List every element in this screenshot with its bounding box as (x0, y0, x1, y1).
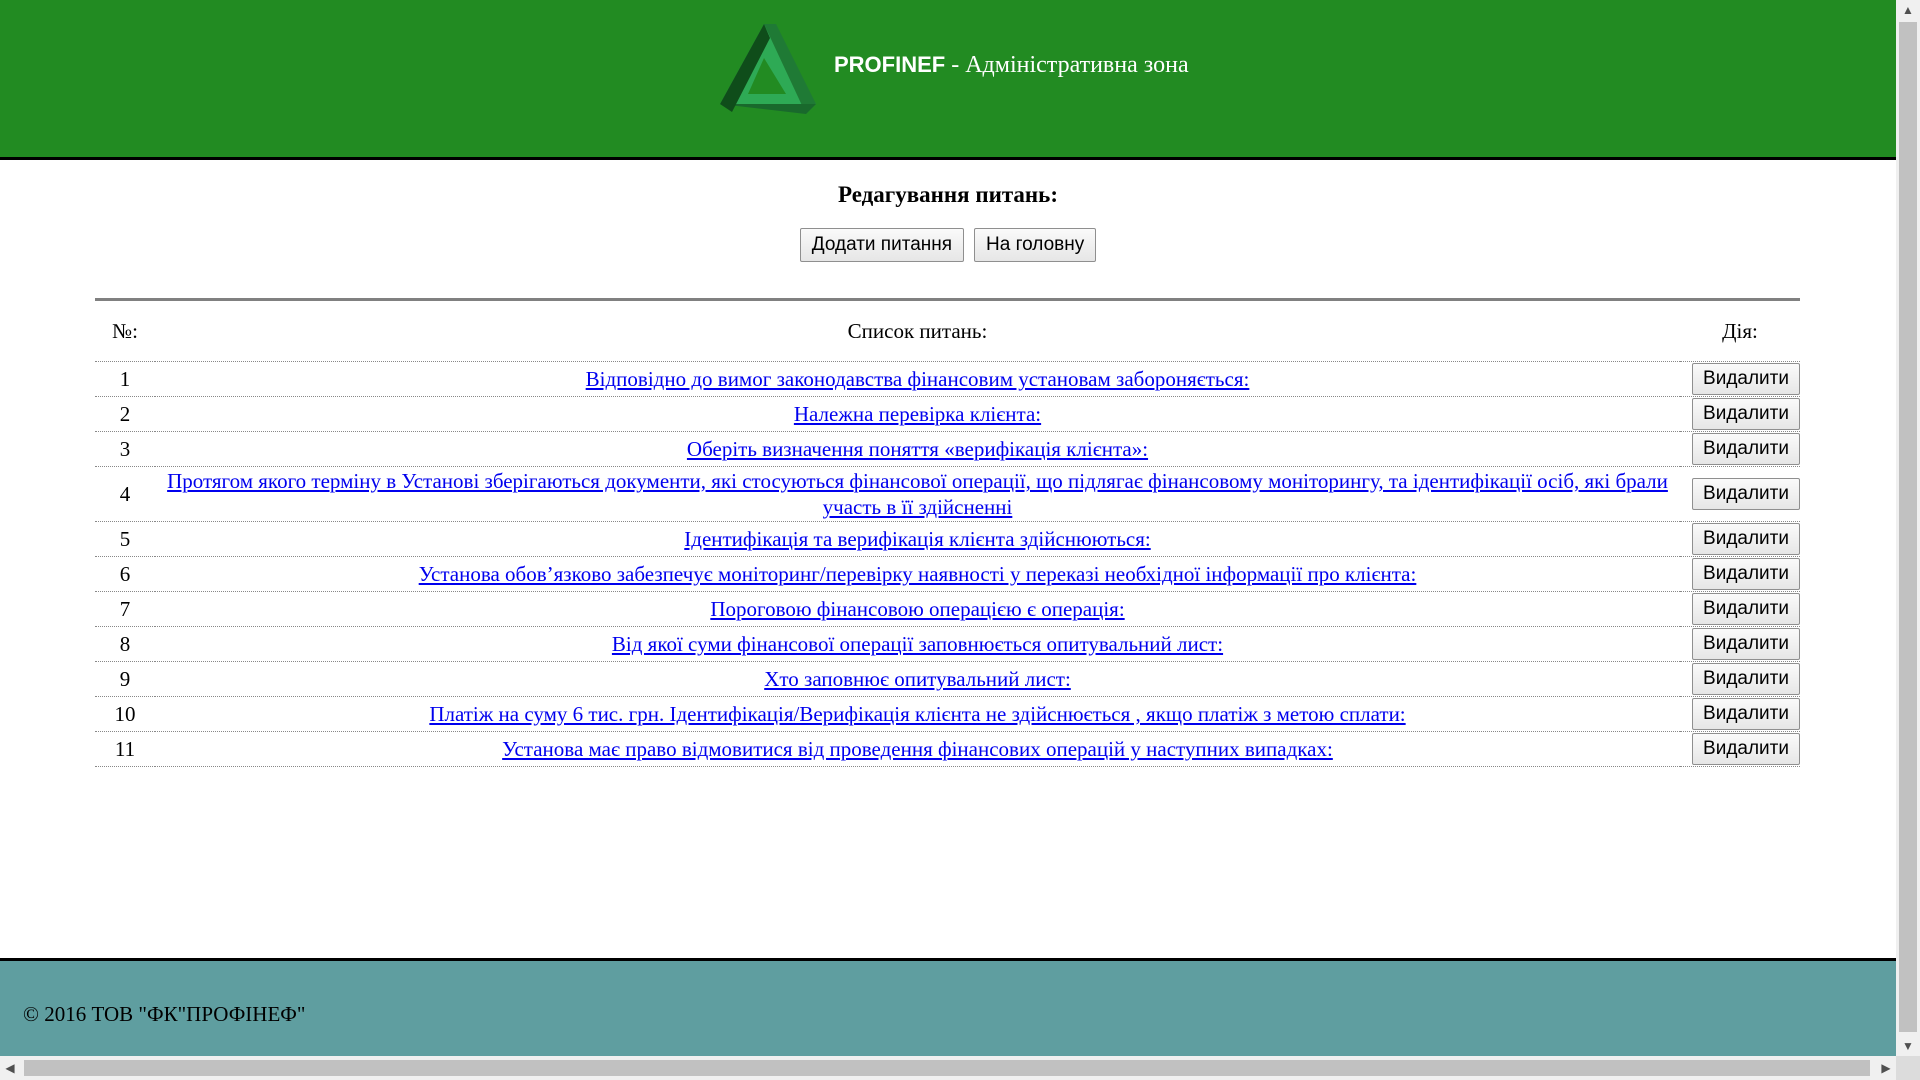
question-link[interactable]: Платіж на суму 6 тис. грн. Ідентифікація… (429, 702, 1405, 726)
main-content: Редагування питань: Додати питання На го… (0, 160, 1896, 958)
questions-table: №: Список питань: Дія: 1 Відповідно до ви… (95, 298, 1800, 767)
delete-button[interactable]: Видалити (1692, 478, 1800, 510)
copyright-text: © 2016 ТОВ "ФК"ПРОФІНЕФ" (23, 1002, 306, 1026)
table-row: 7 Пороговою фінансовою операцією є операц… (95, 591, 1800, 627)
scroll-right-icon[interactable]: ▶ (1876, 1056, 1896, 1080)
question-link[interactable]: Пороговою фінансовою операцією є операці… (710, 597, 1124, 621)
scroll-up-icon[interactable]: ▲ (1896, 0, 1920, 20)
header-number: №: (112, 318, 138, 343)
table-row: 9 Хто заповнює опитувальний лист: Видалити (95, 661, 1800, 697)
row-number: 2 (95, 396, 155, 432)
table-row: 1 Відповідно до вимог законодавства фінан… (95, 361, 1800, 397)
row-number: 9 (95, 661, 155, 697)
delete-button[interactable]: Видалити (1692, 433, 1800, 465)
question-cell: Протягом якого терміну в Установі зберіг… (155, 466, 1680, 522)
add-question-button[interactable]: Додати питання (799, 228, 965, 262)
scrollbar-corner (1896, 1056, 1920, 1080)
row-number: 8 (95, 626, 155, 662)
action-cell: Видалити (1680, 626, 1800, 662)
row-number: 5 (95, 521, 155, 557)
table-row: 8 Від якої суми фінансової операції запов… (95, 626, 1800, 662)
delete-button[interactable]: Видалити (1692, 523, 1800, 555)
question-link[interactable]: Належна перевірка клієнта: (794, 402, 1041, 426)
delete-button[interactable]: Видалити (1692, 698, 1800, 730)
home-button[interactable]: На головну (974, 228, 1097, 262)
delete-button[interactable]: Видалити (1692, 663, 1800, 695)
row-number: 3 (95, 431, 155, 467)
question-cell: Оберіть визначення поняття «верифікація … (155, 431, 1680, 467)
brand-suffix: - Адміністративна зона (945, 52, 1189, 78)
question-cell: Платіж на суму 6 тис. грн. Ідентифікація… (155, 696, 1680, 732)
action-cell: Видалити (1680, 361, 1800, 397)
row-number: 7 (95, 591, 155, 627)
question-link[interactable]: Хто заповнює опитувальний лист: (764, 667, 1071, 691)
header-list: Список питань: (847, 318, 988, 343)
question-cell: Установа має право відмовитися від прове… (155, 731, 1680, 767)
question-cell: Ідентифікація та верифікація клієнта зді… (155, 521, 1680, 557)
profinef-logo (720, 24, 816, 114)
question-cell: Пороговою фінансовою операцією є операці… (155, 591, 1680, 627)
table-row: 5 Ідентифікація та верифікація клієнта зд… (95, 521, 1800, 557)
table-row: 2 Належна перевірка клієнта: Видалити (95, 396, 1800, 432)
action-cell: Видалити (1680, 661, 1800, 697)
scroll-down-icon[interactable]: ▼ (1896, 1036, 1920, 1056)
table-row: 11 Установа має право відмовитися від про… (95, 731, 1800, 767)
row-number: 1 (95, 361, 155, 397)
question-link[interactable]: Від якої суми фінансової операції заповн… (612, 632, 1223, 656)
delete-button[interactable]: Видалити (1692, 363, 1800, 395)
action-cell: Видалити (1680, 466, 1800, 522)
question-link[interactable]: Ідентифікація та верифікація клієнта зді… (684, 527, 1150, 551)
action-cell: Видалити (1680, 731, 1800, 767)
question-cell: Від якої суми фінансової операції заповн… (155, 626, 1680, 662)
row-number: 10 (95, 696, 155, 732)
horizontal-scroll-thumb[interactable] (24, 1060, 1870, 1076)
header-action: Дія: (1722, 318, 1758, 343)
row-number: 6 (95, 556, 155, 592)
action-cell: Видалити (1680, 396, 1800, 432)
horizontal-scrollbar[interactable]: ◀ ▶ (0, 1056, 1896, 1080)
page-title: Редагування питань: (837, 182, 1058, 207)
questions-table-wrap: №: Список питань: Дія: 1 Відповідно до ви… (95, 298, 1800, 767)
question-link[interactable]: Протягом якого терміну в Установі зберіг… (167, 469, 1668, 519)
action-cell: Видалити (1680, 521, 1800, 557)
vertical-scrollbar[interactable]: ▲ ▼ (1896, 0, 1920, 1056)
delete-button[interactable]: Видалити (1692, 628, 1800, 660)
questions-table-body: 1 Відповідно до вимог законодавства фінан… (95, 361, 1800, 767)
table-row: 4 Протягом якого терміну в Установі збері… (95, 466, 1800, 522)
action-cell: Видалити (1680, 591, 1800, 627)
row-number: 4 (95, 466, 155, 522)
delete-button[interactable]: Видалити (1692, 558, 1800, 590)
question-link[interactable]: Установа обов’язково забезпечує монітори… (419, 562, 1417, 586)
row-number: 11 (95, 731, 155, 767)
brand-name: PROFINEF (834, 52, 946, 77)
header-banner: PROFINEF - Адміністративна зона (0, 0, 1896, 160)
question-link[interactable]: Установа має право відмовитися від прове… (502, 737, 1333, 761)
site-title: PROFINEF - Адміністративна зона (834, 52, 1189, 79)
question-link[interactable]: Відповідно до вимог законодавства фінанс… (586, 367, 1250, 391)
delete-button[interactable]: Видалити (1692, 593, 1800, 625)
scroll-left-icon[interactable]: ◀ (0, 1056, 20, 1080)
footer: © 2016 ТОВ "ФК"ПРОФІНЕФ" (0, 958, 1896, 1056)
action-cell: Видалити (1680, 696, 1800, 732)
table-row: 6 Установа обов’язково забезпечує монітор… (95, 556, 1800, 592)
vertical-scroll-thumb[interactable] (1899, 22, 1917, 1032)
action-bar: Додати питання На головну (0, 228, 1896, 262)
table-row: 10 Платіж на суму 6 тис. грн. Ідентифікац… (95, 696, 1800, 732)
delete-button[interactable]: Видалити (1692, 733, 1800, 765)
table-header-row: №: Список питань: Дія: (95, 300, 1800, 362)
question-cell: Відповідно до вимог законодавства фінанс… (155, 361, 1680, 397)
question-cell: Хто заповнює опитувальний лист: (155, 661, 1680, 697)
question-link[interactable]: Оберіть визначення поняття «верифікація … (687, 437, 1148, 461)
question-cell: Належна перевірка клієнта: (155, 396, 1680, 432)
question-cell: Установа обов’язково забезпечує монітори… (155, 556, 1680, 592)
action-cell: Видалити (1680, 431, 1800, 467)
action-cell: Видалити (1680, 556, 1800, 592)
delete-button[interactable]: Видалити (1692, 398, 1800, 430)
table-row: 3 Оберіть визначення поняття «верифікація… (95, 431, 1800, 467)
